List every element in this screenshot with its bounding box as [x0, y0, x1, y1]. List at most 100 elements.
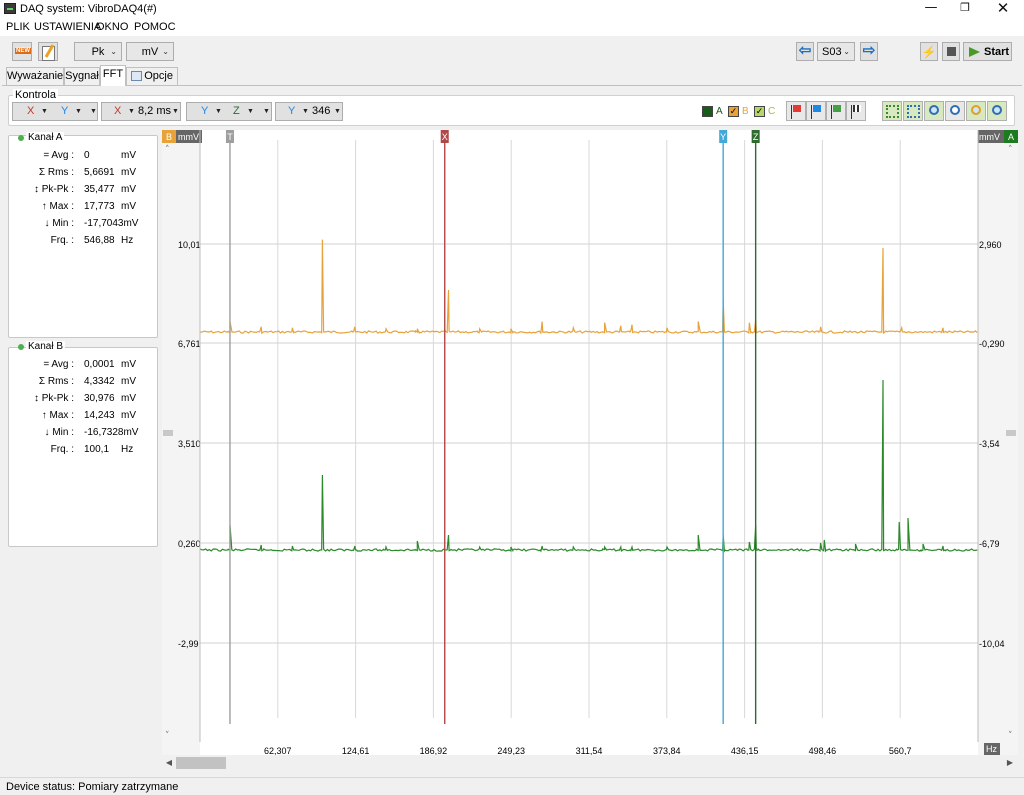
stop-icon[interactable]: [942, 42, 960, 61]
channel-a-toggle-label: A: [716, 106, 723, 117]
right-axis-slider: [1006, 430, 1016, 436]
stat-unit: mV: [121, 167, 136, 178]
tab-opcje[interactable]: Opcje: [126, 67, 178, 85]
cursor-group-yz[interactable]: Y ▼ Z ▼ ▼: [186, 102, 272, 121]
new-icon[interactable]: [12, 42, 32, 61]
stat-value: 4,3342: [84, 376, 115, 387]
start-button[interactable]: Start: [963, 42, 1012, 61]
channel-a-title: Kanał A: [26, 132, 65, 143]
stat-value: 14,243: [84, 410, 115, 421]
x-unit-label: Hz: [986, 744, 997, 754]
tab-wywazanie[interactable]: Wyważanie: [6, 67, 64, 85]
zoom-fit-icon[interactable]: [882, 101, 902, 121]
cursor-z-label: Z: [233, 105, 240, 117]
y-tick-label-left: 0,260: [178, 539, 201, 549]
stat-value: 100,1: [84, 444, 110, 455]
stat-unit: mV: [121, 376, 136, 387]
scroll-down-icon: ˅: [165, 731, 170, 741]
flag-green-icon[interactable]: [826, 101, 846, 121]
stat-unit: mV: [121, 359, 136, 370]
arrow-right-icon[interactable]: ⇨: [860, 42, 878, 61]
stat-unit: mV: [121, 184, 136, 195]
x-tick-label: 186,92: [420, 746, 448, 755]
unit-select[interactable]: mV ⌄: [126, 42, 174, 61]
cursor-marker-label: Z: [753, 132, 759, 142]
tab-fft[interactable]: FFT: [100, 65, 126, 86]
cursor-y-value: 346: [312, 105, 331, 117]
channel-c-checkbox[interactable]: ✓: [754, 106, 765, 117]
minimize-icon[interactable]: —: [916, 0, 946, 18]
stat-value: 0: [84, 150, 90, 161]
chevron-down-icon: ▼: [334, 108, 341, 115]
stat-unit: mV: [121, 393, 136, 404]
menu-ustawienia[interactable]: USTAWIENIA: [34, 21, 101, 33]
zoom-area-icon[interactable]: [903, 101, 923, 121]
scroll-left-icon[interactable]: ◀: [163, 756, 175, 770]
channel-b-title: Kanał B: [26, 341, 66, 352]
menu-plik[interactable]: PLIK: [6, 21, 30, 33]
y-tick-label-right: -3,54: [979, 439, 1000, 449]
stat-value: 35,477: [84, 184, 115, 195]
lightning-icon[interactable]: ⚡: [920, 42, 938, 61]
record-select[interactable]: S03 ⌄: [817, 42, 855, 61]
x-tick-label: 62,307: [264, 746, 292, 755]
flag-checkered-icon[interactable]: [846, 101, 866, 121]
close-icon[interactable]: ✕: [988, 0, 1018, 18]
channel-c-toggle-label: C: [768, 106, 776, 117]
left-axis-badge-label: B: [166, 132, 172, 142]
channel-a-checkbox[interactable]: [702, 106, 713, 117]
window-title: DAQ system: VibroDAQ4(#): [20, 3, 157, 15]
stat-value: 546,88: [84, 235, 115, 246]
stat-unit: mV: [121, 201, 136, 212]
stat-unit: mV: [121, 410, 136, 421]
cursor-marker-label: Y: [720, 132, 726, 142]
tab-sygnal[interactable]: Sygnał: [64, 67, 100, 85]
cursor-group-x-time[interactable]: X ▼ 8,2 ms ▼: [101, 102, 181, 121]
cursor-y-label: Y: [288, 105, 296, 117]
zoom-horizontal-icon[interactable]: [966, 101, 986, 121]
chevron-down-icon: ▼: [128, 108, 135, 115]
arrow-left-icon[interactable]: ⇦: [796, 42, 814, 61]
chevron-down-icon: ▼: [215, 108, 222, 115]
cursor-x-label: X: [114, 105, 122, 117]
left-axis-slider: [163, 430, 173, 436]
stat-value: 5,6691: [84, 167, 115, 178]
edit-icon[interactable]: [38, 42, 58, 61]
stat-label: ↑ Max :: [41, 410, 74, 421]
channel-b-toggle-label: B: [742, 106, 749, 117]
menu-okno[interactable]: OKNO: [96, 21, 128, 33]
cursor-y-label: Y: [61, 105, 69, 117]
zoom-vertical-icon[interactable]: [987, 101, 1007, 121]
stat-value: -16,7328mV: [84, 427, 139, 438]
maximize-icon[interactable]: ❐: [950, 0, 980, 18]
zoom-in-icon[interactable]: [924, 101, 944, 121]
channel-a-status-icon: [18, 135, 24, 141]
zoom-out-icon[interactable]: [945, 101, 965, 121]
scrollbar-thumb[interactable]: [176, 757, 226, 769]
stat-label: ↓ Min :: [44, 427, 74, 438]
stat-label: Σ Rms :: [38, 167, 74, 178]
fft-chart[interactable]: ˄ ˅ ˄ ˅ BmmV mmV A 10,01 2,960 6,761 -0,290 3,510 -3…: [162, 130, 1018, 775]
y-tick-label-left: 6,761: [178, 339, 201, 349]
cursor-marker-label: X: [442, 132, 448, 142]
y-tick-label-left: 10,01: [178, 240, 201, 250]
cursor-group-xy[interactable]: X ▼ Y ▼ ▼: [12, 102, 98, 121]
stat-unit: Hz: [121, 444, 134, 455]
flag-blue-icon[interactable]: [806, 101, 826, 121]
stat-label: Frq. :: [50, 235, 74, 246]
scroll-right-icon[interactable]: ▶: [1004, 756, 1016, 770]
menu-pomoc[interactable]: POMOC: [134, 21, 176, 33]
stat-label: Frq. :: [50, 444, 74, 455]
cursor-group-y-value[interactable]: Y ▼ 346 ▼: [275, 102, 343, 121]
flag-red-icon[interactable]: [786, 101, 806, 121]
fft-chart-svg[interactable]: ˄ ˅ ˄ ˅ B mmV mmV A 10,01 2,960 6,761 -0,290 3,510 -3…: [162, 130, 1018, 756]
channel-b-checkbox[interactable]: ✓: [728, 106, 739, 117]
horizontal-scrollbar[interactable]: [176, 756, 1000, 770]
stat-label: ↑ Max :: [41, 201, 74, 212]
y-tick-label-left: 3,510: [178, 439, 201, 449]
stat-label: ↕ Pk-Pk :: [33, 184, 74, 195]
cursor-marker-label: T: [227, 132, 233, 142]
right-axis-badge-label: A: [1008, 132, 1014, 142]
x-tick-label: 498,46: [809, 746, 837, 755]
mode-select[interactable]: Pk ⌄: [74, 42, 122, 61]
